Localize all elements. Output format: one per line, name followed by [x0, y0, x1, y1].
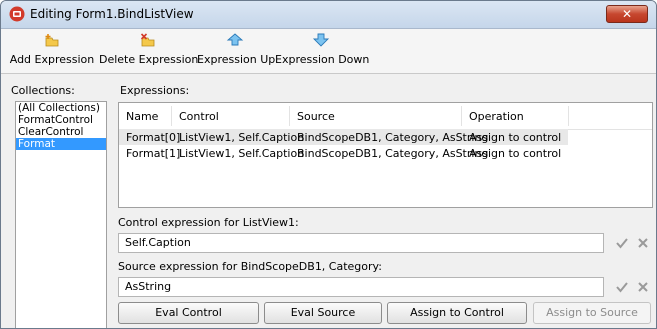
collection-item-formatcontrol[interactable]: FormatControl	[16, 114, 106, 126]
row-source: BindScopeDB1, Category, AsString	[297, 131, 489, 144]
toolbar: Add Expression Delete Expression Express…	[1, 29, 656, 74]
source-expression-input[interactable]: AsString	[118, 277, 604, 297]
row-control: ListView1, Self.Caption	[179, 131, 305, 144]
title-bar[interactable]: Editing Form1.BindListView ✕	[1, 1, 656, 29]
source-expression-label: Source expression for BindScopeDB1, Cate…	[118, 260, 382, 273]
collection-item-format[interactable]: Format	[16, 138, 106, 150]
column-header-name[interactable]: Name	[126, 110, 158, 123]
column-header-control[interactable]: Control	[179, 110, 219, 123]
table-row[interactable]: Format[1] ListView1, Self.Caption BindSc…	[119, 145, 568, 161]
add-expression-icon	[45, 34, 59, 47]
cancel-icon[interactable]	[637, 281, 649, 293]
eval-source-button[interactable]: Eval Source	[264, 302, 382, 324]
close-button[interactable]: ✕	[606, 5, 648, 23]
delete-expression-label: Delete Expression	[99, 53, 199, 66]
expression-down-label: Expression Down	[275, 53, 370, 66]
row-control: ListView1, Self.Caption	[179, 147, 305, 160]
window-title: Editing Form1.BindListView	[30, 7, 194, 21]
expression-up-button[interactable]: Expression Up	[197, 29, 276, 73]
grid-header: Name Control Source Operation	[119, 103, 652, 130]
row-operation: Assign to control	[469, 131, 562, 144]
column-header-operation[interactable]: Operation	[469, 110, 524, 123]
collection-item-all[interactable]: (All Collections)	[16, 102, 106, 114]
arrow-down-icon	[312, 33, 330, 47]
expressions-grid[interactable]: Name Control Source Operation Format[0] …	[118, 102, 653, 208]
add-expression-button[interactable]: Add Expression	[7, 29, 97, 73]
expression-down-button[interactable]: Expression Down	[275, 29, 370, 73]
check-icon[interactable]	[616, 237, 628, 249]
row-source: BindScopeDB1, Category, AsString	[297, 147, 489, 160]
control-expression-label: Control expression for ListView1:	[118, 216, 299, 229]
row-operation: Assign to control	[469, 147, 562, 160]
eval-control-button[interactable]: Eval Control	[118, 302, 259, 324]
column-header-source[interactable]: Source	[297, 110, 335, 123]
close-icon: ✕	[621, 7, 633, 21]
row-name: Format[0]	[126, 131, 181, 144]
app-icon	[9, 6, 25, 22]
delete-expression-icon	[140, 33, 155, 47]
control-expression-input[interactable]: Self.Caption	[118, 233, 604, 253]
collection-item-clearcontrol[interactable]: ClearControl	[16, 126, 106, 138]
dialog-window: Editing Form1.BindListView ✕ Add Express…	[0, 0, 657, 329]
expressions-label: Expressions:	[120, 84, 190, 97]
collections-label: Collections:	[11, 84, 75, 97]
expression-up-label: Expression Up	[197, 53, 276, 66]
assign-to-source-button: Assign to Source	[533, 302, 651, 324]
row-name: Format[1]	[126, 147, 181, 160]
collections-list[interactable]: (All Collections) FormatControl ClearCon…	[15, 101, 107, 328]
cancel-icon[interactable]	[637, 237, 649, 249]
delete-expression-button[interactable]: Delete Expression	[99, 29, 199, 73]
add-expression-label: Add Expression	[9, 53, 95, 66]
arrow-up-icon	[226, 33, 244, 46]
assign-to-control-button[interactable]: Assign to Control	[387, 302, 527, 324]
table-row[interactable]: Format[0] ListView1, Self.Caption BindSc…	[119, 129, 568, 145]
check-icon[interactable]	[616, 281, 628, 293]
